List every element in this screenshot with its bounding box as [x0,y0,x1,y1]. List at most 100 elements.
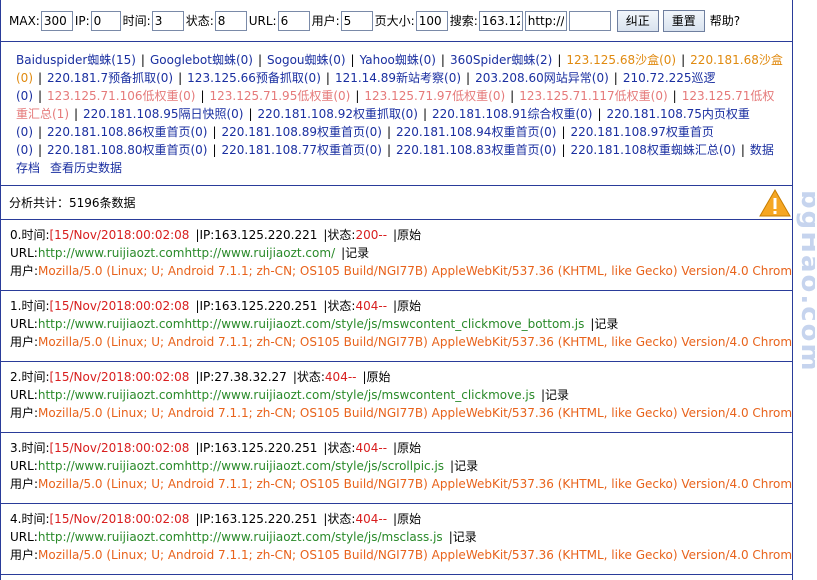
link-separator: | [355,89,360,103]
spider-link[interactable]: 203.208.60网站异常(0) [475,71,609,85]
link-separator: | [422,107,428,121]
search-label: 搜索: [449,14,478,28]
record-raw-link[interactable]: |原始 [393,228,421,242]
record-item: 0.时间:[15/Nov/2018:00:02:08 |IP:163.125.22… [1,220,792,291]
record-url-line: URL:http://www.ruijiaozt.comhttp://www.r… [10,528,792,546]
spider-link[interactable]: 123.125.71.97低权重(0) [364,89,505,103]
record-status: 404-- [355,441,388,455]
record-url-line: URL:http://www.ruijiaozt.comhttp://www.r… [10,315,792,333]
record-time: [15/Nov/2018:00:02:08 [49,299,190,313]
record-index: 4.时间: [10,512,50,526]
record-ip: |IP:163.125.220.251 [195,441,318,455]
spider-link[interactable]: Baiduspider蜘蛛(15) [16,53,136,67]
record-raw-link[interactable]: |原始 [393,441,421,455]
link-separator: | [681,53,686,67]
record-log-link[interactable]: |记录 [541,388,569,402]
spider-link[interactable]: 220.181.108.86权重首页(0) [47,125,207,139]
record-status: 404-- [324,370,357,384]
filter-toolbar: MAX: IP: 时间: 状态: URL: 用户: 页大小: 搜索: 纠正 重置… [1,0,792,42]
record-item: 2.时间:[15/Nov/2018:00:02:08 |IP:27.38.32.2… [1,362,792,433]
spider-link[interactable]: 220.181.108.91综合权重(0) [432,107,592,121]
spider-link[interactable]: 220.181.108.89权重首页(0) [222,125,382,139]
record-time: [15/Nov/2018:00:02:08 [49,441,190,455]
record-ua-label: 用户: [10,548,39,562]
record-ua-line: 用户:Mozilla/5.0 (Linux; U; Android 7.1.1;… [10,262,792,280]
stats-total: 分析共计：5196条数据 [9,196,136,210]
spider-link[interactable]: 123.125.66预备抓取(0) [187,71,321,85]
max-label: MAX: [9,13,40,28]
link-separator: | [510,89,515,103]
spider-link[interactable]: 220.181.7预备抓取(0) [47,71,173,85]
link-separator: | [386,125,392,139]
record-raw-link[interactable]: |原始 [393,299,421,313]
ip-label: IP: [74,13,90,28]
link-separator: | [561,125,566,139]
record-header-line: 1.时间:[15/Nov/2018:00:02:08 |IP:163.125.22… [10,297,792,315]
record-ua-label: 用户: [10,264,39,278]
url-label: URL: [248,13,277,28]
record-ua-label: 用户: [10,406,39,420]
spider-link[interactable]: 123.125.71.95低权重(0) [210,89,351,103]
url-input[interactable] [277,10,310,31]
record-log-link[interactable]: |记录 [450,459,478,473]
record-raw-link[interactable]: |原始 [393,512,421,526]
record-time: [15/Nov/2018:00:02:08 [49,370,190,384]
record-status: 404-- [355,299,388,313]
record-ua-line: 用户:Mozilla/5.0 (Linux; U; Android 7.1.1;… [10,475,792,493]
link-separator: | [325,71,330,85]
spider-link[interactable]: Sogou蜘蛛(0) [267,53,346,67]
link-separator: | [200,89,205,103]
record-log-link[interactable]: |记录 [590,317,618,331]
record-item: 1.时间:[15/Nov/2018:00:02:08 |IP:163.125.22… [1,291,792,362]
record-url: http://www.ruijiaozt.comhttp://www.ruiji… [37,459,445,473]
link-separator: | [74,107,79,121]
record-status-label: |状态: [323,512,356,526]
link-separator: | [38,143,43,157]
watermark-text: bgHao.com [795,190,815,373]
record-index: 1.时间: [10,299,50,313]
search-url-input[interactable] [524,10,567,31]
record-header-line: 0.时间:[15/Nov/2018:00:02:08 |IP:163.125.22… [10,226,792,244]
record-log-link[interactable]: |记录 [449,530,477,544]
time-input[interactable] [151,10,184,31]
search-input[interactable] [478,10,523,31]
link-separator: | [38,125,43,139]
spider-link[interactable]: 220.181.108.80权重首页(0) [47,143,207,157]
ip-input[interactable] [90,10,121,31]
spider-link[interactable]: Googlebot蜘蛛(0) [150,53,253,67]
spider-link[interactable]: 查看历史数据 [50,161,122,175]
pagesize-input[interactable] [415,10,448,31]
spider-link[interactable]: 220.181.108.92权重抓取(0) [258,107,418,121]
spider-link[interactable]: 123.125.71.117低权重(0) [519,89,667,103]
spider-link[interactable]: 121.14.89新站考察(0) [335,71,461,85]
link-separator: | [38,89,43,103]
fix-button[interactable]: 纠正 [616,9,659,32]
link-separator: | [350,53,355,67]
record-url-line: URL:http://www.ruijiaozt.comhttp://www.r… [10,244,792,262]
reset-button[interactable]: 重置 [662,9,705,32]
spider-link[interactable]: 220.181.108.95隔日快照(0) [83,107,243,121]
spider-link[interactable]: 123.125.71.106低权重(0) [47,89,195,103]
record-ip: |IP:27.38.32.27 [195,370,287,384]
record-url: http://www.ruijiaozt.comhttp://www.ruiji… [37,530,443,544]
status-input[interactable] [214,10,247,31]
spider-link[interactable]: 220.181.108.94权重首页(0) [396,125,556,139]
record-raw-link[interactable]: |原始 [363,370,391,384]
link-separator: | [178,71,183,85]
help-link[interactable]: 帮助? [710,12,740,29]
record-user-agent: Mozilla/5.0 (Linux; U; Android 7.1.1; zh… [38,406,792,420]
link-separator: | [440,53,445,67]
link-separator: | [140,53,145,67]
spider-link[interactable]: 123.125.68沙盒(0) [566,53,676,67]
spider-link[interactable]: 220.181.108权重蜘蛛汇总(0) [571,143,736,157]
spider-link[interactable]: 220.181.108.77权重首页(0) [222,143,382,157]
spider-link[interactable]: Yahoo蜘蛛(0) [360,53,436,67]
link-separator: | [597,107,602,121]
spider-link[interactable]: 360Spider蜘蛛(2) [450,53,552,67]
search-extra-input[interactable] [568,10,611,31]
record-log-link[interactable]: |记录 [341,246,369,260]
max-input[interactable] [40,10,73,31]
user-input[interactable] [340,10,373,31]
pagesize-label: 页大小: [374,14,415,28]
spider-link[interactable]: 220.181.108.83权重首页(0) [396,143,556,157]
